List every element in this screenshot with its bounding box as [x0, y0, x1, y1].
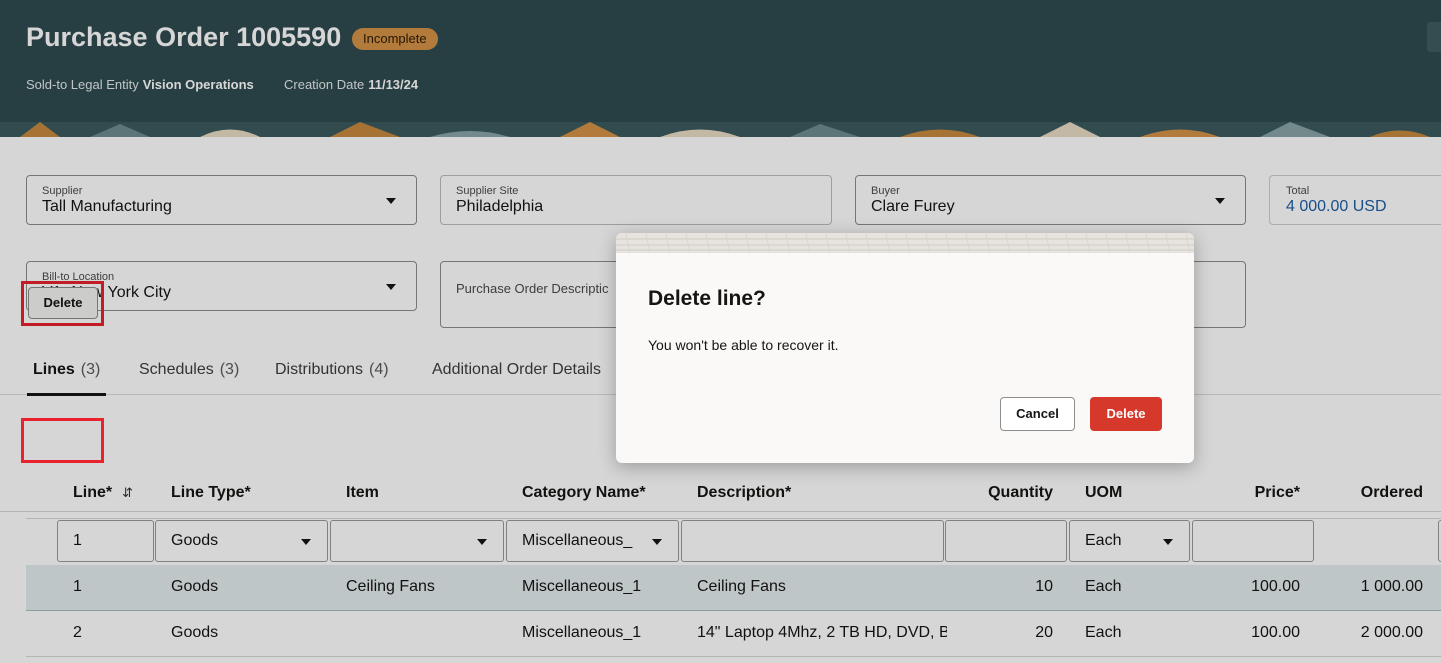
- delete-button-highlight: [21, 418, 104, 463]
- dialog-header-texture: [616, 233, 1194, 253]
- cancel-button[interactable]: Cancel: [1000, 397, 1075, 431]
- dialog-title: Delete line?: [648, 287, 766, 310]
- confirm-delete-button[interactable]: Delete: [1090, 397, 1162, 431]
- dialog-message: You won't be able to recover it.: [648, 337, 839, 353]
- delete-line-dialog: Delete line? You won't be able to recove…: [616, 233, 1194, 463]
